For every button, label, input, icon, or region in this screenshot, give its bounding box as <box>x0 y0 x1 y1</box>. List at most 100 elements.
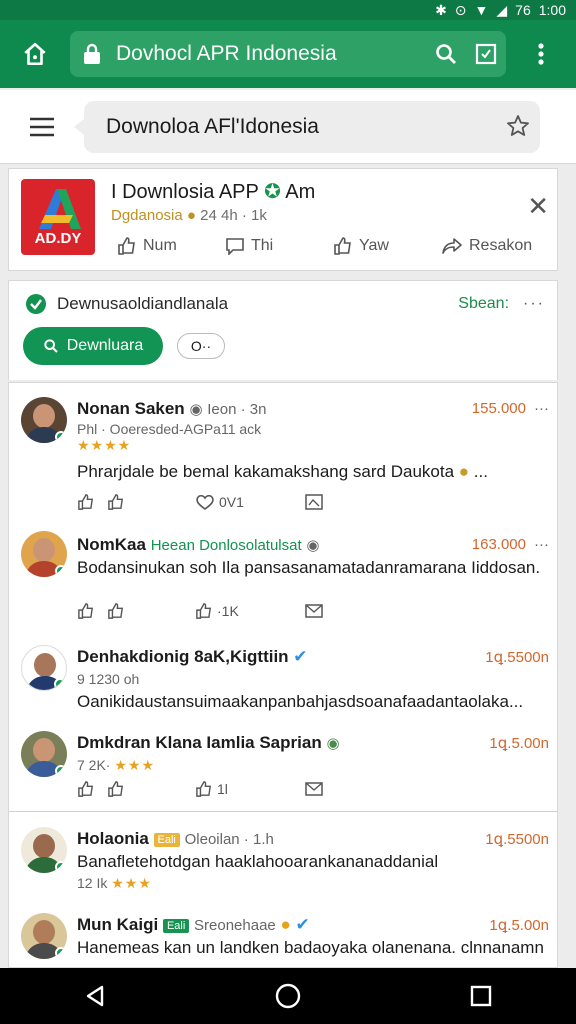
thumb-button[interactable]: 1l <box>195 781 305 797</box>
comment-text: Hanemeas kan un landken badaoyaka olanen… <box>77 938 544 957</box>
recents-icon <box>470 985 491 1007</box>
app-action-comment[interactable]: Thi <box>225 237 333 255</box>
app-card[interactable]: AD.DY I Downlosia APP ✪ Am Dgdanosia ● 2… <box>8 168 558 271</box>
like-icon <box>78 781 94 797</box>
forward-icon <box>442 238 462 254</box>
comment-subline: 7 2K· ★★★ <box>77 757 156 773</box>
share-button[interactable] <box>107 603 195 619</box>
search-icon[interactable] <box>426 42 466 66</box>
share-icon <box>108 781 124 797</box>
lock-icon <box>82 43 104 65</box>
alarm-icon: ⊙ <box>454 1 467 18</box>
app-logo-text: AD.DY <box>34 230 82 247</box>
avatar[interactable] <box>21 531 67 577</box>
comment-author[interactable]: NomKaa Heean Donlosolatulsat ◉ <box>77 535 319 555</box>
mail-icon <box>305 782 323 796</box>
comment-count: 155.000 ··· <box>471 400 549 417</box>
recents-button[interactable] <box>470 985 492 1007</box>
home-icon <box>24 42 46 66</box>
home-circle-icon <box>275 983 301 1009</box>
more-vert-icon <box>538 43 544 65</box>
tabs-icon[interactable] <box>466 43 506 65</box>
comment-author[interactable]: Dmkdran Klana Ɩamlia Saprian ◉ <box>77 733 340 753</box>
status-bar: ✱ ⊙ ▼ ◢ 76 1:00 <box>0 0 576 20</box>
comment-author[interactable]: Denhakdionig 8aK,Kigttiin ✔ <box>77 647 308 667</box>
share-icon <box>108 494 124 510</box>
share-button[interactable] <box>107 494 195 510</box>
like-button[interactable] <box>77 781 107 797</box>
app-action-forward[interactable]: Resakon <box>441 237 549 255</box>
avatar[interactable] <box>21 827 67 873</box>
message-button[interactable] <box>305 604 323 618</box>
avatar[interactable] <box>21 397 67 443</box>
comment-count: 163.000 ··· <box>471 536 549 553</box>
share-icon <box>108 603 124 619</box>
overflow-menu-button[interactable] <box>506 43 576 65</box>
thumb-button[interactable]: ·1K <box>195 603 305 619</box>
verified-icon: ✔ <box>295 915 310 934</box>
comment-actions: 0V1 <box>77 493 323 511</box>
home-button[interactable] <box>0 20 70 88</box>
wifi-icon: ▼ <box>474 2 489 18</box>
comment-count: 1ꝗ.5.00n <box>489 917 549 934</box>
app-actions: Num Thi Yaw Resakon <box>117 237 549 255</box>
share-icon <box>334 237 351 255</box>
signal-icon: ◢ <box>496 1 508 18</box>
heart-button[interactable]: 0V1 <box>195 493 305 511</box>
home-nav-button[interactable] <box>275 983 301 1009</box>
mail-icon <box>305 604 323 618</box>
search-input[interactable]: Downoloa AFl'Idonesia <box>74 100 540 153</box>
coin-icon: ● <box>186 207 196 224</box>
comment-actions: 1l <box>77 781 323 797</box>
bookmark-star-icon[interactable] <box>506 114 530 138</box>
close-button[interactable]: ✕ <box>527 191 549 222</box>
search-row: Downoloa AFl'Idonesia <box>0 90 576 164</box>
url-text: Dovhocl APR Indonesia <box>116 42 337 65</box>
bluetooth-icon: ✱ <box>435 1 447 18</box>
system-nav-bar <box>0 968 576 1024</box>
mini-avatar-icon: ◉ <box>306 537 320 554</box>
hamburger-menu-button[interactable] <box>0 117 84 137</box>
app-action-like[interactable]: Num <box>117 237 225 255</box>
mini-avatar-icon: ◉ <box>189 401 203 418</box>
message-button[interactable] <box>305 782 323 796</box>
filter-chip[interactable]: O·· <box>177 333 225 359</box>
like-button[interactable] <box>77 494 107 510</box>
like-icon <box>118 237 135 255</box>
comment-author[interactable]: Holaonia Eali Oleoilan · 1.h <box>77 829 274 849</box>
emoji-icon: ● <box>458 462 470 481</box>
app-subtitle: Dgdanosia ● 24 4h · 1k <box>111 207 267 224</box>
more-horiz-icon[interactable]: ··· <box>534 400 549 417</box>
avatar[interactable] <box>21 645 67 691</box>
comment-text: Phrarjdale be bemal kakamakshang sard Da… <box>77 462 488 481</box>
battery-level: 76 <box>515 2 531 18</box>
like-button[interactable] <box>77 603 107 619</box>
share-button[interactable] <box>107 781 195 797</box>
sort-control[interactable]: Sbean: ··· <box>458 295 545 313</box>
download-button[interactable]: Dewnluara <box>23 327 163 365</box>
more-horiz-icon[interactable]: ··· <box>534 536 549 553</box>
app-title: I Downlosia APP ✪ Am <box>111 181 316 203</box>
avatar[interactable] <box>21 731 67 777</box>
comment-icon <box>226 238 244 255</box>
search-query: Downoloa AFl'Idonesia <box>106 114 319 138</box>
verified-star-icon: ✪ <box>264 181 281 203</box>
download-card: Dewnusaoldiandlanala Sbean: ··· Dewnluar… <box>8 280 558 380</box>
back-button[interactable] <box>84 984 106 1008</box>
divider <box>9 811 557 812</box>
thumb-up-icon <box>196 603 212 619</box>
comment-count: 1ꝗ.5.00n <box>489 735 549 752</box>
user-tag: Eali <box>162 918 190 933</box>
avatar[interactable] <box>21 913 67 959</box>
image-button[interactable] <box>305 494 323 510</box>
comment-author[interactable]: Nonan Saken ◉ Ieon · 3n <box>77 399 266 419</box>
clock: 1:00 <box>538 2 566 18</box>
app-action-share[interactable]: Yaw <box>333 237 441 255</box>
close-icon: ✕ <box>527 191 549 221</box>
address-bar[interactable]: Dovhocl APR Indonesia <box>70 31 506 77</box>
more-horiz-icon[interactable]: ··· <box>523 295 545 313</box>
comment-author[interactable]: Mun Kaigi Eali Sreonehaae ● ✔ <box>77 915 310 935</box>
emoji-icon: ● <box>280 915 291 934</box>
comment-actions: ·1K <box>77 603 323 619</box>
comment-text: Banafletehotdgan haaklahooarankananaddan… <box>77 852 439 871</box>
